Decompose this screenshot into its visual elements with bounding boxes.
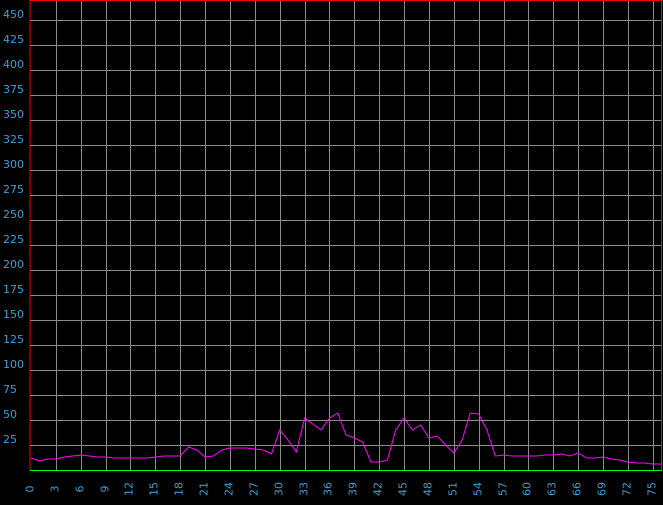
x-tick-label: 48	[422, 482, 435, 496]
x-tick-label: 15	[148, 482, 161, 496]
x-tick-label: 30	[273, 482, 286, 496]
x-tick-label: 69	[596, 482, 609, 496]
x-tick-label: 42	[372, 482, 385, 496]
x-tick-label: 18	[173, 482, 186, 496]
y-tick-label: 125	[3, 333, 24, 346]
line-chart: 2550751001251501752002252502753003253503…	[3, 0, 662, 496]
x-tick-label: 36	[322, 482, 335, 496]
y-tick-label: 300	[3, 158, 24, 171]
y-tick-label: 150	[3, 308, 24, 321]
x-tick-label: 12	[123, 482, 136, 496]
x-tick-label: 57	[497, 482, 510, 496]
x-tick-label: 75	[646, 482, 659, 496]
x-tick-label: 3	[49, 486, 62, 493]
x-tick-label: 63	[546, 482, 559, 496]
x-tick-label: 39	[347, 482, 360, 496]
x-tick-label: 72	[621, 482, 634, 496]
y-tick-label: 175	[3, 283, 24, 296]
y-tick-label: 200	[3, 258, 24, 271]
x-tick-label: 9	[99, 486, 112, 493]
x-tick-label: 66	[571, 482, 584, 496]
x-tick-label: 54	[472, 482, 485, 496]
y-tick-label: 25	[3, 433, 17, 446]
x-tick-label: 27	[248, 482, 261, 496]
x-tick-label: 45	[397, 482, 410, 496]
y-tick-label: 375	[3, 83, 24, 96]
y-tick-label: 225	[3, 233, 24, 246]
x-tick-label: 6	[74, 486, 87, 493]
y-tick-label: 450	[3, 8, 24, 21]
y-tick-label: 275	[3, 183, 24, 196]
x-tick-label: 33	[298, 482, 311, 496]
y-tick-label: 425	[3, 33, 24, 46]
x-tick-label: 60	[521, 482, 534, 496]
y-tick-label: 100	[3, 358, 24, 371]
y-tick-label: 75	[3, 383, 17, 396]
y-tick-label: 250	[3, 208, 24, 221]
y-tick-label: 325	[3, 133, 24, 146]
y-tick-label: 400	[3, 58, 24, 71]
x-tick-label: 21	[198, 482, 211, 496]
x-tick-label: 0	[24, 486, 37, 493]
y-tick-label: 50	[3, 408, 17, 421]
y-tick-label: 350	[3, 108, 24, 121]
x-tick-label: 24	[223, 482, 236, 496]
x-tick-label: 51	[447, 482, 460, 496]
